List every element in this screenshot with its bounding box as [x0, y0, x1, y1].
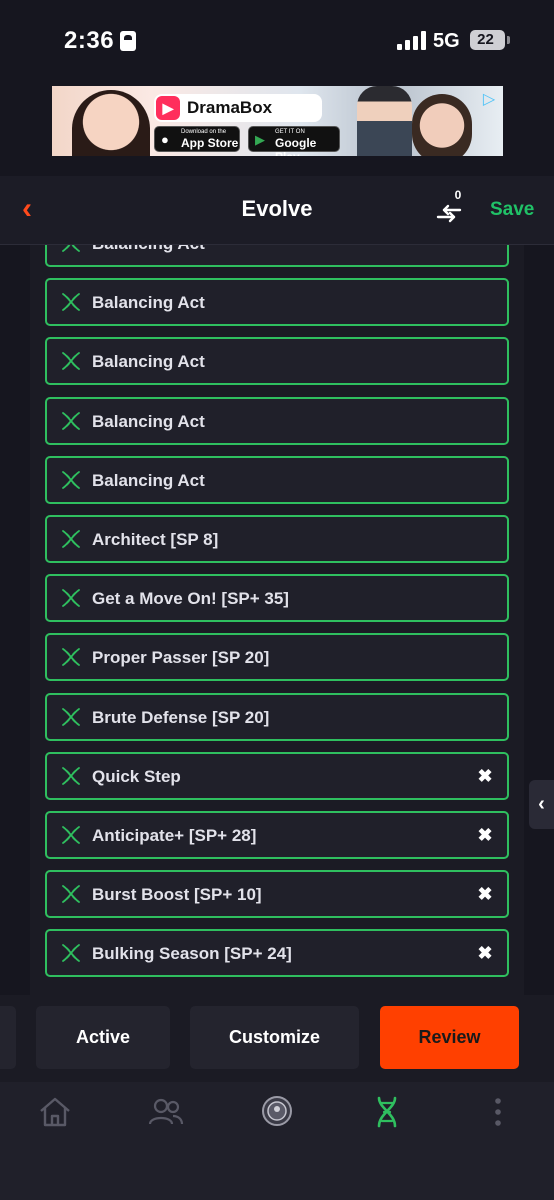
- trait-card[interactable]: Burst Boost [SP+ 10] ✖: [45, 870, 509, 919]
- ad-banner[interactable]: ▶ DramaBox ● Download on the App Store ▶…: [52, 86, 503, 156]
- trait-card[interactable]: Architect [SP 8]: [45, 515, 509, 563]
- active-button[interactable]: Active: [36, 1006, 170, 1069]
- more-vertical-icon[interactable]: [478, 1094, 518, 1130]
- battery-icon: 22: [470, 30, 505, 50]
- app-store-label: App Store: [181, 136, 239, 150]
- trait-label: Proper Passer [SP 20]: [92, 648, 270, 668]
- trait-card[interactable]: Balancing Act: [45, 245, 509, 267]
- google-play-small-text: GET IT ON: [275, 129, 305, 135]
- battery-level: 22: [477, 31, 494, 48]
- dna-icon: [62, 885, 80, 904]
- trait-label: Balancing Act: [92, 470, 205, 490]
- trait-label: Balancing Act: [92, 352, 205, 372]
- apple-icon: ●: [161, 132, 169, 147]
- dna-icon: [62, 411, 80, 430]
- page-header: ‹ Evolve Save: [0, 176, 554, 245]
- save-button[interactable]: Save: [490, 199, 534, 221]
- dna-icon: [62, 589, 80, 608]
- trait-label: Balancing Act: [92, 245, 205, 254]
- remove-trait-button[interactable]: ✖: [475, 943, 495, 963]
- dna-icon: [62, 766, 80, 785]
- trait-card[interactable]: Get a Move On! [SP+ 35]: [45, 574, 509, 623]
- trait-card[interactable]: Quick Step ✖: [45, 751, 509, 800]
- side-panel-toggle[interactable]: ‹: [529, 780, 554, 829]
- dna-icon: [62, 293, 80, 312]
- signal-icon: [397, 30, 427, 50]
- dna-icon: [62, 470, 80, 489]
- review-button[interactable]: Review: [380, 1006, 519, 1069]
- google-play-label: Google Play: [275, 136, 317, 156]
- trait-card[interactable]: Brute Defense [SP 20]: [45, 692, 509, 741]
- trait-card[interactable]: Proper Passer [SP 20]: [45, 633, 509, 682]
- google-play-button[interactable]: ▶ GET IT ON Google Play: [248, 126, 340, 156]
- ad-portrait-woman: [72, 90, 150, 156]
- remove-trait-button[interactable]: ✖: [475, 825, 495, 845]
- dna-icon: [62, 648, 80, 667]
- trait-label: Get a Move On! [SP+ 35]: [92, 589, 289, 609]
- dna-icon: [62, 530, 80, 548]
- trait-label: Anticipate+ [SP+ 28]: [92, 826, 257, 845]
- trait-card[interactable]: Bulking Season [SP+ 24] ✖: [45, 929, 509, 978]
- dna-icon: [62, 352, 80, 371]
- dna-icon: [62, 826, 80, 844]
- ad-portrait-woman-2: [412, 94, 472, 156]
- trait-label: Burst Boost [SP+ 10]: [92, 885, 262, 905]
- trait-label: Bulking Season [SP+ 24]: [92, 944, 292, 964]
- page-title: Evolve: [241, 196, 313, 221]
- trait-card[interactable]: Anticipate+ [SP+ 28] ✖: [45, 811, 509, 859]
- ad-choices-icon[interactable]: ▷: [479, 90, 499, 110]
- status-time: 2:36: [64, 27, 115, 54]
- ad-portrait-man: [357, 86, 412, 156]
- trait-label: Balancing Act: [92, 411, 205, 431]
- contact-card-icon: [120, 31, 136, 51]
- google-play-icon: ▶: [255, 132, 265, 147]
- team-badge-icon[interactable]: [257, 1094, 297, 1130]
- trait-card[interactable]: Balancing Act: [45, 278, 509, 327]
- remove-trait-button[interactable]: ✖: [475, 884, 495, 904]
- trait-label: Architect [SP 8]: [92, 530, 219, 549]
- swap-count-badge: 0: [447, 185, 469, 205]
- tab-bar: [0, 1082, 554, 1200]
- trait-label: Balancing Act: [92, 293, 205, 313]
- trait-list[interactable]: Balancing Act Balancing Act Balancing Act B…: [0, 245, 554, 995]
- dna-icon: [62, 944, 80, 963]
- trait-card[interactable]: Balancing Act: [45, 455, 509, 504]
- dramabox-logo-icon: ▶: [156, 96, 180, 120]
- dna-icon: [62, 707, 80, 726]
- customize-button[interactable]: Customize: [190, 1006, 359, 1069]
- trait-card[interactable]: Balancing Act: [45, 337, 509, 386]
- trait-card[interactable]: Balancing Act: [45, 396, 509, 445]
- users-icon[interactable]: [146, 1094, 186, 1130]
- dna-icon: [62, 245, 80, 252]
- network-type: 5G: [433, 30, 460, 52]
- remove-trait-button[interactable]: ✖: [475, 766, 495, 786]
- ad-brand: DramaBox: [187, 98, 273, 117]
- app-store-small-text: Download on the: [181, 129, 227, 135]
- battery-nub: [507, 36, 510, 44]
- partial-action-button[interactable]: [0, 1006, 16, 1069]
- trait-label: Brute Defense [SP 20]: [92, 707, 270, 727]
- trait-label: Quick Step: [92, 766, 181, 786]
- status-bar: 2:36 5G 22: [0, 0, 554, 80]
- app-store-button[interactable]: ● Download on the App Store: [154, 126, 240, 152]
- bottom-actions: Active Customize Review: [0, 995, 554, 1082]
- dna-icon[interactable]: [367, 1094, 407, 1130]
- home-icon[interactable]: [35, 1094, 75, 1130]
